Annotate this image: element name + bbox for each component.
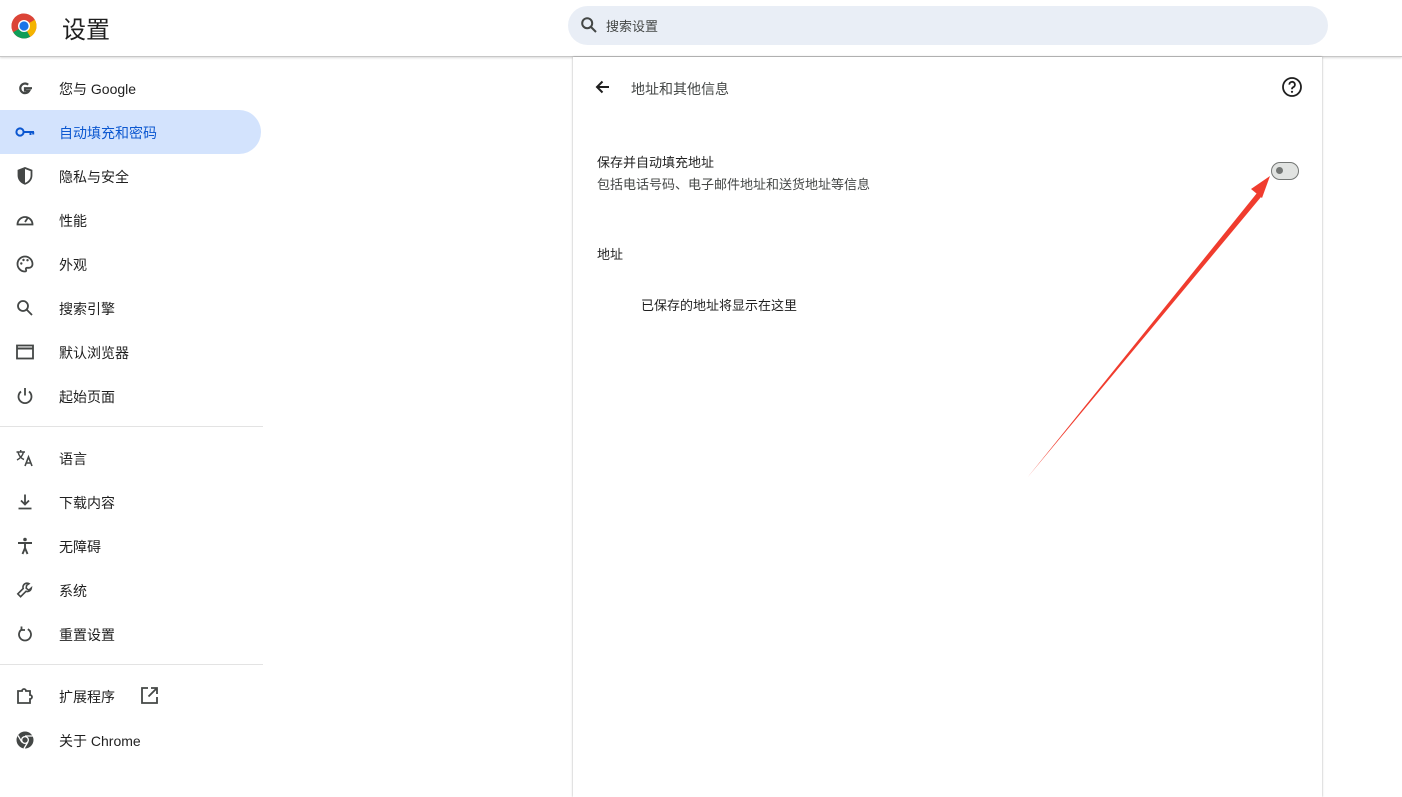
page-title: 地址和其他信息: [631, 81, 729, 97]
sidebar-item-label: 外观: [59, 257, 87, 273]
palette-icon: [16, 255, 34, 273]
accessibility-icon: [18, 537, 32, 555]
sidebar-item-extensions[interactable]: 扩展程序: [0, 674, 261, 718]
save-addresses-toggle[interactable]: [1271, 162, 1299, 180]
power-icon: [17, 388, 33, 405]
speedometer-icon: [16, 216, 34, 226]
search-box[interactable]: [568, 6, 1328, 47]
sidebar-item-label: 扩展程序: [59, 689, 115, 705]
setting-title: 保存并自动填充地址: [597, 155, 715, 170]
section-label: 地址: [597, 247, 624, 262]
chrome-icon: [16, 731, 34, 749]
reset-icon: [18, 626, 32, 642]
sidebar-item-reset[interactable]: 重置设置: [0, 612, 261, 656]
shield-icon: [17, 167, 33, 185]
search-icon: [581, 17, 597, 33]
sidebar-item-label: 系统: [59, 583, 87, 599]
empty-state-text: 已保存的地址将显示在这里: [641, 298, 798, 313]
toggle-knob: [1276, 167, 1283, 174]
sidebar-item-about-chrome[interactable]: 关于 Chrome: [0, 718, 261, 762]
back-arrow-icon[interactable]: [593, 77, 613, 97]
sidebar-item-label: 下载内容: [59, 495, 115, 511]
sidebar-item-label: 起始页面: [59, 389, 115, 405]
sidebar-item-label: 隐私与安全: [59, 169, 129, 185]
sidebar-item-privacy[interactable]: 隐私与安全: [0, 154, 261, 198]
sidebar-item-on-startup[interactable]: 起始页面: [0, 374, 261, 418]
puzzle-icon: [17, 688, 33, 704]
sidebar-item-label: 您与 Google: [59, 81, 137, 97]
sidebar-item-languages[interactable]: 语言: [0, 436, 261, 480]
translate-icon: [16, 450, 33, 467]
wrench-icon: [16, 582, 33, 598]
sidebar-item-downloads[interactable]: 下载内容: [0, 480, 261, 524]
sidebar-item-default-browser[interactable]: 默认浏览器: [0, 330, 261, 374]
download-icon: [18, 494, 32, 510]
sidebar-item-label: 自动填充和密码: [59, 125, 157, 141]
sidebar-item-label: 性能: [59, 213, 87, 229]
sidebar-item-label: 搜索引擎: [59, 301, 115, 317]
sidebar-item-performance[interactable]: 性能: [0, 198, 261, 242]
key-icon: [15, 127, 35, 137]
sidebar-item-appearance[interactable]: 外观: [0, 242, 261, 286]
search-input[interactable]: [604, 6, 1308, 47]
sidebar-item-autofill[interactable]: 自动填充和密码: [0, 110, 261, 154]
sidebar-item-label: 默认浏览器: [59, 345, 129, 361]
sidebar-divider: [0, 664, 263, 665]
open-in-new-icon[interactable]: [139, 685, 160, 706]
app-title: 设置: [62, 17, 110, 44]
settings-card: 地址和其他信息 保存并自动填充地址 包括电话号码、电子邮件地址和送货地址等信息 …: [573, 57, 1322, 797]
sidebar-item-label: 关于 Chrome: [59, 733, 141, 749]
setting-description: 包括电话号码、电子邮件地址和送货地址等信息: [597, 177, 871, 192]
help-icon[interactable]: [1281, 76, 1303, 98]
browser-window-icon: [16, 344, 34, 360]
sidebar-divider: [0, 426, 263, 427]
sidebar-item-label: 重置设置: [59, 627, 115, 643]
top-header: 设置: [0, 0, 1402, 57]
sidebar-item-label: 无障碍: [59, 539, 101, 555]
sidebar: 您与 Google 自动填充和密码 隐私与安全 性能 外观 搜索引擎 默认浏览器…: [0, 66, 263, 762]
chrome-logo-icon: [11, 13, 37, 39]
sidebar-item-label: 语言: [59, 451, 87, 467]
sidebar-item-you-and-google[interactable]: 您与 Google: [0, 66, 261, 110]
sidebar-item-search-engine[interactable]: 搜索引擎: [0, 286, 261, 330]
google-g-icon: [19, 82, 32, 95]
sidebar-item-system[interactable]: 系统: [0, 568, 261, 612]
sidebar-item-accessibility[interactable]: 无障碍: [0, 524, 261, 568]
search-icon: [17, 300, 33, 316]
